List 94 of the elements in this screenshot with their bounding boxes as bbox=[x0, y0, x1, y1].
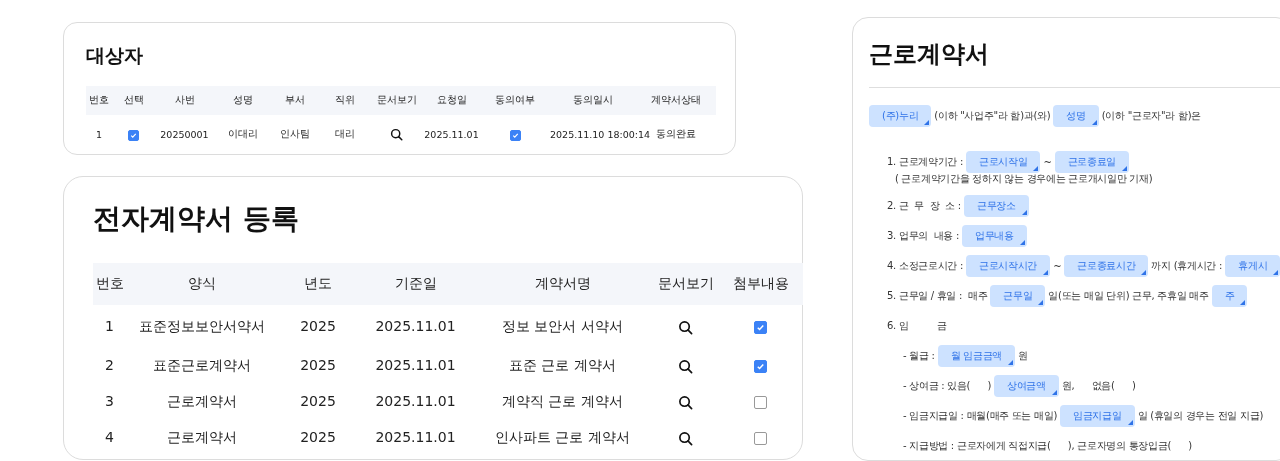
input-field[interactable]: 휴게시 bbox=[1225, 255, 1280, 277]
table-cell: 2 bbox=[105, 357, 114, 373]
input-field[interactable]: 근로종료시간 bbox=[1064, 255, 1149, 277]
search-icon[interactable] bbox=[678, 358, 693, 374]
table-cell: 표준 근로 계약서 bbox=[509, 357, 616, 373]
table-cell: 2025.11.10 18:00:14 bbox=[550, 129, 651, 140]
table-cell: 4 bbox=[105, 429, 114, 445]
column-header: 계약서상태 bbox=[650, 94, 701, 105]
label-text: ~ bbox=[1053, 260, 1062, 272]
label-text: 원, 없음( ) bbox=[1061, 379, 1136, 393]
table-cell: 2025.11.01 bbox=[375, 357, 456, 373]
label-text: - 월급 : bbox=[903, 349, 935, 363]
input-field[interactable]: 임금지급일 bbox=[1060, 405, 1135, 427]
checkbox[interactable] bbox=[128, 129, 139, 141]
table-cell: 2025 bbox=[300, 429, 336, 445]
column-header: 요청일 bbox=[436, 94, 467, 105]
input-field[interactable]: 근로종료일 bbox=[1054, 151, 1130, 173]
input-field[interactable]: 근로시작일 bbox=[965, 151, 1041, 173]
column-header: 사번 bbox=[174, 94, 195, 105]
label-text: 1. 근로계약기간 : bbox=[887, 155, 963, 169]
checkbox[interactable] bbox=[754, 395, 767, 409]
table-cell: 대리 bbox=[334, 128, 355, 139]
column-header: 직위 bbox=[334, 94, 355, 105]
label-text: - 지급방법 : 근로자에게 직접지급( ), 근로자명의 통장입금( ) bbox=[903, 439, 1192, 453]
table-cell: 2025.11.01 bbox=[375, 318, 456, 334]
input-field[interactable]: 월 임금금액 bbox=[937, 345, 1015, 367]
table-cell: 인사파트 근로 계약서 bbox=[495, 429, 630, 445]
table-cell: 3 bbox=[105, 393, 114, 409]
label-text: 일 (휴일의 경우는 전일 지급) bbox=[1137, 409, 1263, 423]
label-text: (이하 "근로자"라 함)은 bbox=[1101, 109, 1201, 123]
label-text: ( 근로계약기간을 정하지 않는 경우에는 근로개시일만 기재) bbox=[895, 172, 1153, 186]
search-icon[interactable] bbox=[678, 394, 693, 410]
table-cell: 이대리 bbox=[227, 128, 258, 139]
search-icon[interactable] bbox=[678, 319, 693, 335]
label-text: 4. 소정근로시간 : bbox=[887, 259, 963, 273]
card-title: 대상자 bbox=[86, 43, 144, 68]
search-icon[interactable] bbox=[678, 430, 693, 446]
input-field[interactable]: 상여금액 bbox=[994, 375, 1059, 397]
label-text: - 상여금 : 있음( ) bbox=[903, 379, 991, 393]
table-cell: 계약직 근로 계약서 bbox=[502, 393, 623, 409]
table-cell: 2025.11.01 bbox=[375, 429, 456, 445]
label-text: 원 bbox=[1017, 349, 1028, 363]
column-header: 부서 bbox=[285, 94, 305, 105]
checkbox[interactable] bbox=[754, 320, 767, 334]
input-field[interactable]: 업무내용 bbox=[962, 225, 1027, 247]
card-title: 전자계약서 등록 bbox=[93, 201, 300, 237]
input-field[interactable]: (주)누리 bbox=[869, 105, 932, 127]
checkbox[interactable] bbox=[754, 431, 767, 445]
card-title: 근로계약서 bbox=[869, 39, 990, 70]
table-cell: 2025.11.01 bbox=[424, 129, 479, 140]
label-text: 6. 임 금 bbox=[887, 319, 947, 333]
column-header: 문서보기 bbox=[657, 275, 714, 291]
label-text: - 임금지급일 : 매월(매주 또는 매일) bbox=[903, 409, 1058, 423]
input-field[interactable]: 근로시작시간 bbox=[965, 255, 1051, 277]
input-field[interactable]: 주 bbox=[1211, 285, 1248, 307]
table-cell: 1 bbox=[95, 129, 102, 140]
label-text: 2. 근 무 장 소 : bbox=[887, 199, 961, 213]
label-text: ~ bbox=[1043, 156, 1052, 168]
label-text: 3. 업무의 내용 : bbox=[887, 229, 960, 243]
table-cell: 근로계약서 bbox=[166, 429, 237, 445]
column-header: 동의일시 bbox=[572, 94, 613, 105]
table-cell: 동의완료 bbox=[655, 128, 696, 139]
column-header: 계약서명 bbox=[534, 275, 591, 291]
column-header: 기준일 bbox=[394, 275, 437, 291]
table-cell: 2025.11.01 bbox=[375, 393, 456, 409]
column-header: 성명 bbox=[232, 94, 253, 105]
column-header: 선택 bbox=[123, 94, 144, 105]
column-header: 년도 bbox=[304, 275, 332, 291]
search-icon[interactable] bbox=[390, 128, 403, 141]
table-cell: 인사팀 bbox=[280, 128, 310, 139]
input-field[interactable]: 근무장소 bbox=[963, 195, 1029, 217]
table-cell: 2025 bbox=[300, 357, 336, 373]
table-cell: 2025 bbox=[300, 318, 336, 334]
column-header: 동의여부 bbox=[495, 94, 535, 105]
table-cell: 2025 bbox=[300, 393, 336, 409]
input-field[interactable]: 근무일 bbox=[990, 285, 1046, 307]
column-header: 번호 bbox=[95, 275, 124, 291]
input-field[interactable]: 성명 bbox=[1053, 105, 1099, 127]
table-cell: 표준정보보안서약서 bbox=[138, 318, 265, 334]
column-header: 문서보기 bbox=[376, 94, 417, 105]
table-cell: 근로계약서 bbox=[166, 393, 237, 409]
column-header: 번호 bbox=[89, 94, 109, 105]
column-header: 양식 bbox=[187, 275, 216, 291]
table-cell: 표준근로계약서 bbox=[152, 357, 251, 373]
checkbox[interactable] bbox=[509, 129, 521, 141]
label-text: 일(또는 매일 단위) 근무, 주휴일 매주 bbox=[1048, 289, 1209, 303]
column-header: 첨부내용 bbox=[732, 275, 789, 291]
label-text: (이하 "사업주"라 함)과(와) bbox=[934, 109, 1051, 123]
table-cell: 정보 보안서 서약서 bbox=[502, 318, 623, 334]
table-cell: 1 bbox=[105, 318, 114, 334]
label-text: 까지 (휴게시간 : bbox=[1151, 259, 1223, 273]
label-text: 5. 근무일 / 휴일 : 매주 bbox=[887, 289, 988, 303]
table-cell: 20250001 bbox=[160, 129, 209, 140]
checkbox[interactable] bbox=[754, 359, 767, 373]
